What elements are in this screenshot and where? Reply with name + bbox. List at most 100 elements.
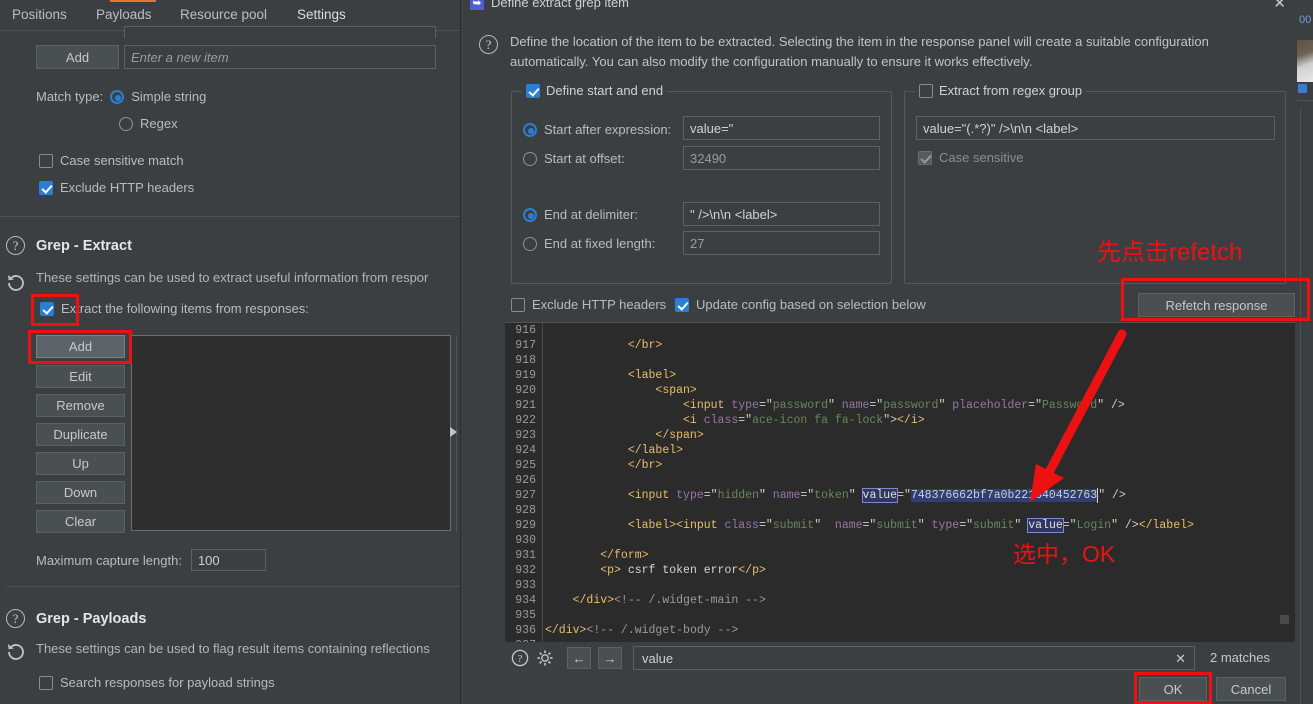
update-config-checkbox[interactable] [675, 297, 689, 312]
start-at-offset-input[interactable]: 32490 [683, 146, 880, 170]
define-start-end-legend[interactable]: Define start and end [522, 83, 668, 98]
end-at-delimiter-radio[interactable] [523, 207, 537, 222]
code-line[interactable] [545, 608, 1295, 623]
grep-match-items-list[interactable] [124, 26, 436, 38]
extract-items-row[interactable]: Extract the following items from respons… [40, 301, 309, 316]
extract-duplicate-button[interactable]: Duplicate [36, 423, 125, 446]
code-line[interactable] [545, 638, 1295, 642]
grep-match-new-item-input[interactable]: Enter a new item [124, 45, 436, 69]
extract-clear-button[interactable]: Clear [36, 510, 125, 533]
line-number: 922 [515, 414, 536, 427]
dialog-help-icon[interactable]: ? [479, 35, 498, 54]
search-clear-icon[interactable]: ✕ [1175, 651, 1186, 667]
extract-edit-button[interactable]: Edit [36, 365, 125, 388]
start-after-expression-row[interactable]: Start after expression: [523, 122, 671, 137]
extract-regex-checkbox[interactable] [919, 83, 933, 98]
extract-items-checkbox[interactable] [40, 301, 54, 316]
exclude-http-headers-label: Exclude HTTP headers [60, 180, 195, 195]
response-code-viewer[interactable]: 916 917 918 919 920 921 922 923 924 925 926 927 928 9… [505, 322, 1295, 642]
code-line[interactable]: <span> [545, 383, 1295, 398]
search-next-icon[interactable]: → [598, 647, 622, 669]
code-token: name [841, 399, 870, 412]
define-start-end-checkbox[interactable] [526, 83, 540, 98]
end-at-fixed-length-row[interactable]: End at fixed length: [523, 236, 655, 251]
extract-remove-button[interactable]: Remove [36, 394, 125, 417]
code-line[interactable] [545, 323, 1295, 338]
dialog-title-bar[interactable]: ➥ Define extract grep item ✕ [461, 0, 1298, 14]
code-line[interactable] [545, 578, 1295, 593]
help-icon-grep-payloads[interactable]: ? [6, 609, 25, 628]
start-after-expression-radio[interactable] [523, 122, 537, 137]
code-line[interactable]: </br> [545, 458, 1295, 473]
background-window-numbers: 00 [1299, 14, 1312, 26]
dialog-exclude-http-headers-checkbox[interactable] [511, 297, 525, 312]
dialog-exclude-http-headers-row[interactable]: Exclude HTTP headers [511, 297, 666, 312]
code-line[interactable]: <p> csrf token error</p> [545, 563, 1295, 578]
match-type-simple-radio[interactable] [110, 89, 125, 104]
code-line[interactable] [545, 353, 1295, 368]
code-line[interactable]: </span> [545, 428, 1295, 443]
code-line[interactable]: </br> [545, 338, 1295, 353]
code-line[interactable]: </form> [545, 548, 1295, 563]
code-line[interactable] [545, 533, 1295, 548]
extract-down-button[interactable]: Down [36, 481, 125, 504]
revert-icon-grep-payloads[interactable] [5, 641, 27, 663]
regex-pattern-input[interactable]: value="(.*?)" />\n\n <label> [916, 116, 1275, 140]
code-token: </div> [545, 624, 587, 637]
ok-button[interactable]: OK [1139, 677, 1207, 701]
search-payload-strings-row[interactable]: Search responses for payload strings [39, 675, 275, 690]
code-line[interactable]: <label> [545, 368, 1295, 383]
response-code-lines[interactable]: </br> <label> <span> <input type="passwo… [545, 323, 1295, 642]
match-type-regex-radio[interactable] [119, 116, 133, 131]
tab-positions[interactable]: Positions [8, 4, 71, 29]
code-line[interactable]: <label><input class="submit" name="submi… [545, 518, 1295, 533]
max-capture-input[interactable]: 100 [190, 549, 266, 571]
case-sensitive-match-label: Case sensitive match [60, 153, 184, 168]
start-after-expression-input[interactable]: value=" [683, 116, 880, 140]
line-number: 920 [515, 384, 536, 397]
start-at-offset-radio[interactable] [523, 151, 537, 166]
extract-add-button[interactable]: Add [36, 335, 125, 358]
search-help-icon[interactable]: ? [510, 648, 530, 668]
refetch-response-button[interactable]: Refetch response [1138, 293, 1295, 317]
code-line[interactable]: <input type="password" name="password" p… [545, 398, 1295, 413]
end-at-delimiter-input[interactable]: " />\n\n <label> [683, 202, 880, 226]
extract-regex-legend[interactable]: Extract from regex group [915, 83, 1087, 98]
code-line[interactable]: </div><!-- /.widget-main --> [545, 593, 1295, 608]
help-icon-grep-extract[interactable]: ? [6, 236, 25, 255]
exclude-http-headers-checkbox[interactable] [39, 180, 53, 195]
code-line[interactable]: <input type="hidden" name="token" value=… [545, 488, 1295, 503]
code-token: type [676, 489, 704, 502]
code-line[interactable]: </label> [545, 443, 1295, 458]
panel-expand-icon[interactable] [450, 427, 457, 437]
code-line[interactable]: </div><!-- /.widget-body --> [545, 623, 1295, 638]
end-at-fixed-length-radio[interactable] [523, 236, 537, 251]
case-sensitive-match-checkbox[interactable] [39, 153, 53, 168]
code-scrollbar-thumb[interactable] [1280, 615, 1289, 624]
code-line[interactable] [545, 473, 1295, 488]
code-search-input[interactable]: value ✕ [633, 646, 1195, 670]
code-line[interactable] [545, 503, 1295, 518]
revert-icon-grep-extract[interactable] [5, 272, 27, 294]
start-at-offset-row[interactable]: Start at offset: [523, 151, 625, 166]
end-at-fixed-length-input[interactable]: 27 [683, 231, 880, 255]
search-payload-strings-checkbox[interactable] [39, 675, 53, 690]
line-number: 931 [515, 549, 536, 562]
exclude-http-headers-row[interactable]: Exclude HTTP headers [39, 180, 194, 195]
grep-match-add-button[interactable]: Add [36, 45, 119, 69]
cancel-button[interactable]: Cancel [1216, 677, 1286, 701]
update-config-row[interactable]: Update config based on selection below [675, 297, 926, 312]
code-token: ace-icon fa fa-lock [752, 414, 884, 427]
search-settings-gear-icon[interactable] [535, 648, 555, 668]
extract-items-listbox[interactable] [131, 335, 451, 531]
code-token: =" [703, 489, 718, 502]
line-number: 924 [515, 444, 536, 457]
search-prev-icon[interactable]: ← [567, 647, 591, 669]
close-icon[interactable]: ✕ [1273, 0, 1286, 12]
code-line[interactable]: <i class="ace-icon fa fa-lock"></i> [545, 413, 1295, 428]
end-at-delimiter-row[interactable]: End at delimiter: [523, 207, 638, 222]
case-sensitive-match-row[interactable]: Case sensitive match [39, 153, 184, 168]
extract-up-button[interactable]: Up [36, 452, 125, 475]
svg-text:?: ? [518, 653, 523, 665]
